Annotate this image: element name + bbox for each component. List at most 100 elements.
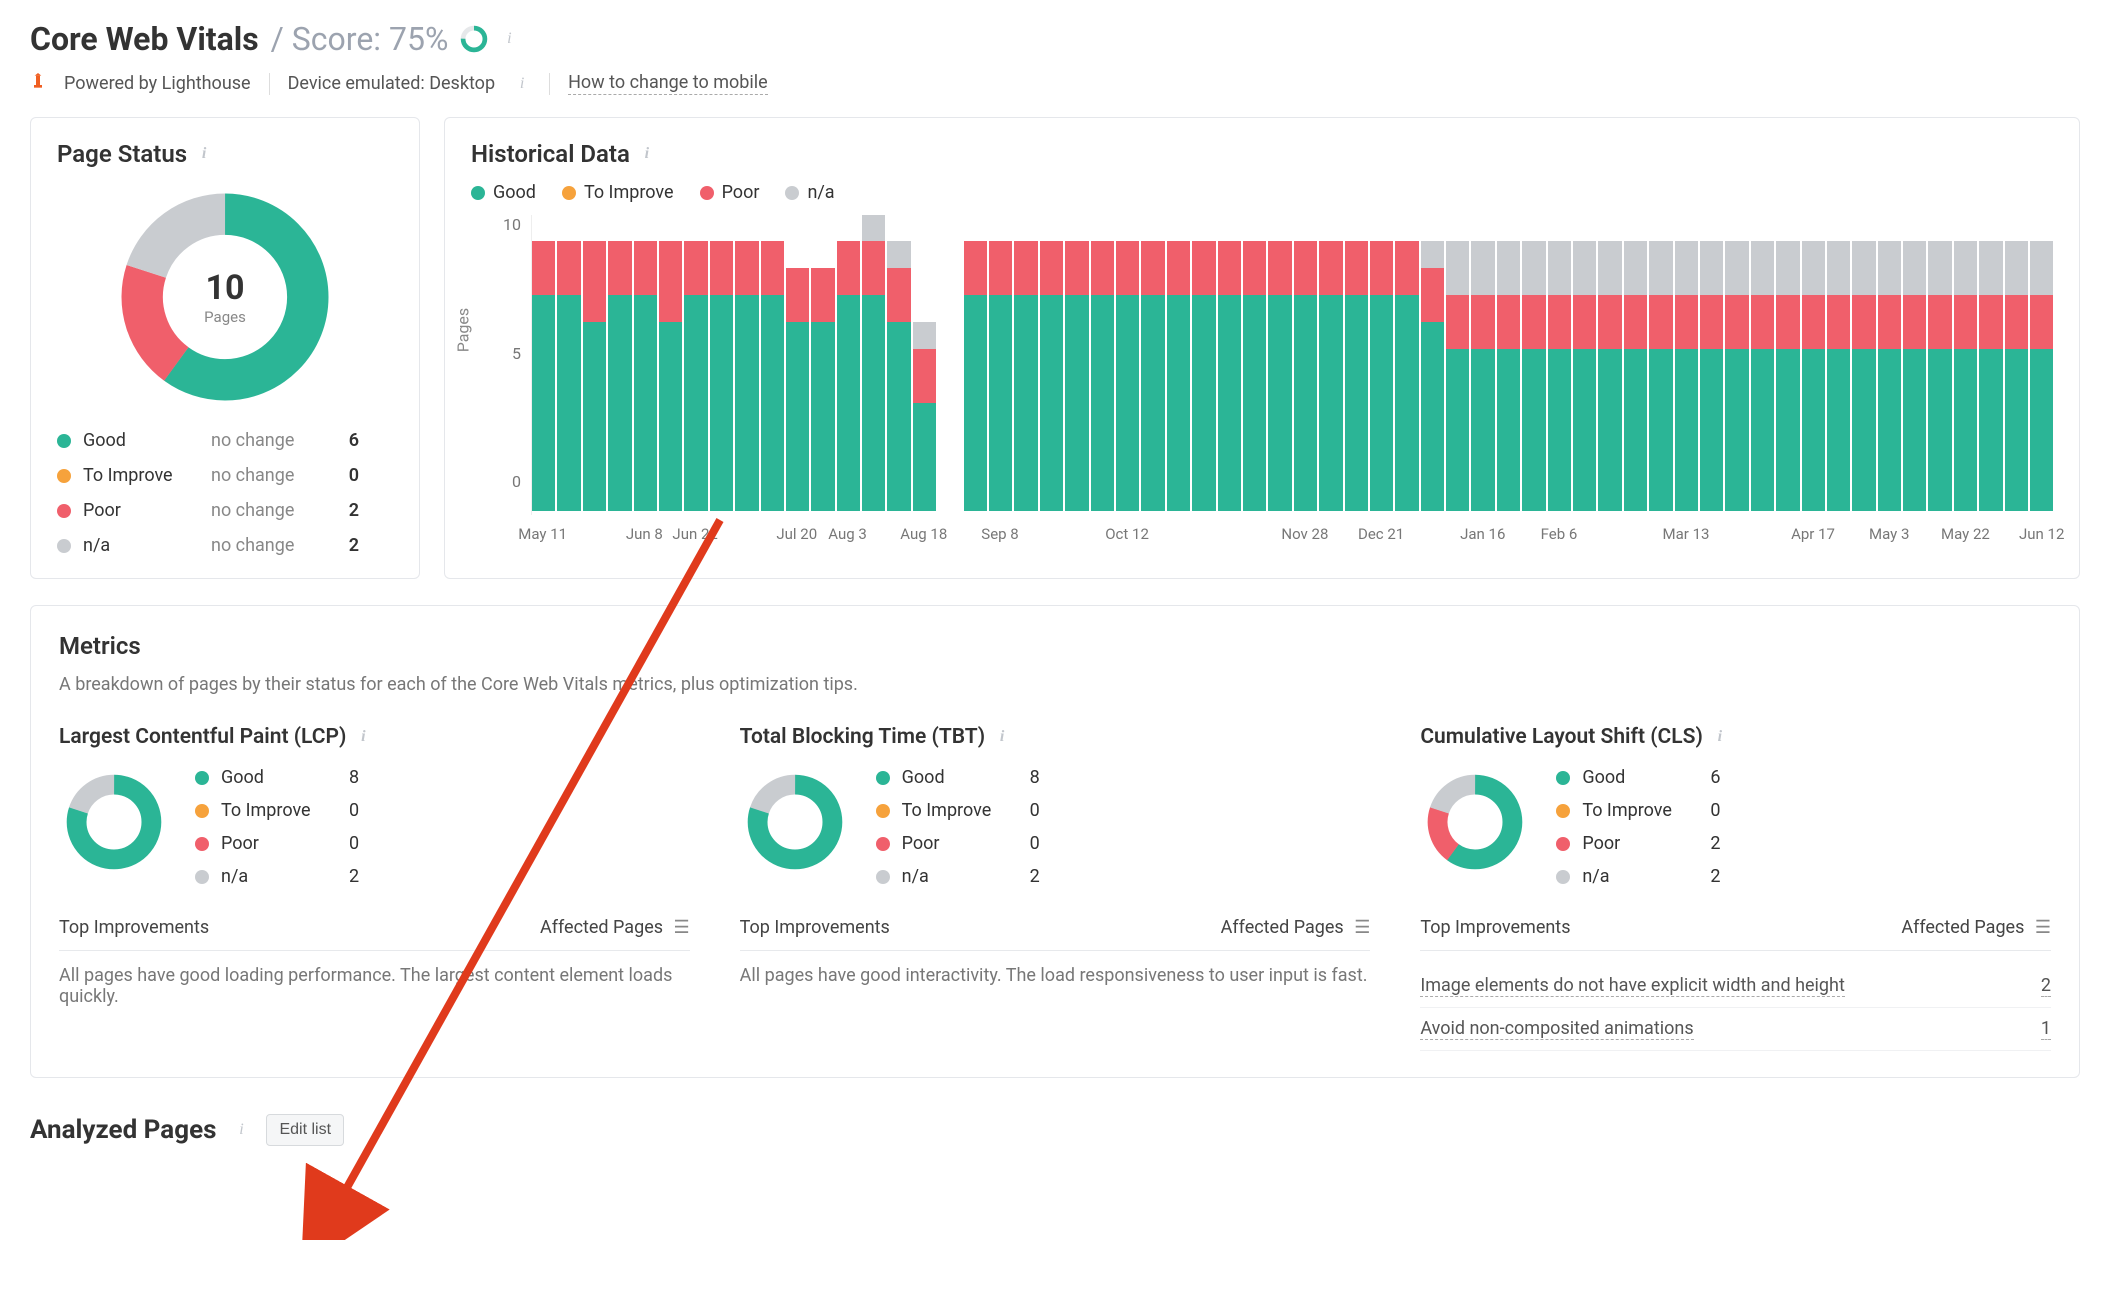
info-icon[interactable]: i <box>195 145 213 163</box>
metric-legend-row: Poor0 <box>876 833 1060 854</box>
x-tick: Nov 28 <box>1281 525 1328 543</box>
bar-segment-poor <box>1446 295 1469 349</box>
info-icon[interactable]: i <box>232 1121 250 1139</box>
legend-dot <box>57 469 71 483</box>
bar-segment-poor <box>1852 295 1875 349</box>
x-tick: Dec 21 <box>1358 525 1404 543</box>
bar-segment-good <box>1218 295 1241 511</box>
bar-segment-na <box>1928 241 1951 295</box>
info-icon[interactable]: i <box>354 728 372 746</box>
legend-value: 0 <box>1030 833 1060 854</box>
bar-segment-good <box>1167 295 1190 511</box>
hist-bar <box>1776 241 1799 511</box>
hist-bar <box>2030 241 2053 511</box>
bar-segment-good <box>1598 349 1621 511</box>
bar-segment-na <box>1725 241 1748 295</box>
bar-segment-poor <box>2030 295 2053 349</box>
improvement-count[interactable]: 2 <box>2041 975 2051 997</box>
bar-segment-good <box>1624 349 1647 511</box>
legend-dot <box>195 837 209 851</box>
hist-legend-item[interactable]: n/a <box>785 182 834 203</box>
legend-change: no change <box>211 500 331 521</box>
bar-segment-good <box>1040 295 1063 511</box>
hist-legend-item[interactable]: To Improve <box>562 182 674 203</box>
metric-legend-row: To Improve0 <box>195 800 379 821</box>
bar-segment-poor <box>532 241 555 295</box>
hist-legend-item[interactable]: Poor <box>700 182 760 203</box>
bar-segment-poor <box>1649 295 1672 349</box>
bar-segment-good <box>1446 349 1469 511</box>
bar-segment-na <box>1979 241 2002 295</box>
improvement-link[interactable]: Image elements do not have explicit widt… <box>1420 975 1845 997</box>
bar-segment-good <box>1395 295 1418 511</box>
hist-bar <box>1649 241 1672 511</box>
powered-by-text: Powered by Lighthouse <box>64 73 251 94</box>
bar-segment-poor <box>1497 295 1520 349</box>
hist-bar <box>1497 241 1520 511</box>
legend-label: Poor <box>221 833 341 854</box>
bar-segment-good <box>532 295 555 511</box>
bar-segment-good <box>1014 295 1037 511</box>
legend-dot <box>57 434 71 448</box>
metric-donut <box>1420 767 1530 877</box>
bar-segment-good <box>583 322 606 511</box>
bar-segment-poor <box>1598 295 1621 349</box>
score-donut-icon <box>460 25 488 53</box>
affected-pages-label[interactable]: Affected Pages ☰ <box>1221 917 1371 938</box>
improvement-count[interactable]: 1 <box>2041 1018 2051 1040</box>
bar-segment-na <box>1548 241 1571 295</box>
metric-card: Largest Contentful Paint (LCP) iGood8To … <box>59 725 690 1051</box>
bar-segment-good <box>634 295 657 511</box>
hist-legend-item[interactable]: Good <box>471 182 536 203</box>
legend-dot <box>1556 771 1570 785</box>
bar-segment-na <box>1522 241 1545 295</box>
bar-segment-poor <box>1878 295 1901 349</box>
legend-value: 0 <box>349 833 379 854</box>
metrics-title: Metrics <box>59 632 141 660</box>
bar-segment-good <box>735 295 758 511</box>
sort-icon: ☰ <box>2035 917 2051 938</box>
bar-segment-poor <box>1928 295 1951 349</box>
affected-pages-label[interactable]: Affected Pages ☰ <box>1901 917 2051 938</box>
bar-segment-good <box>2005 349 2028 511</box>
bar-segment-good <box>811 322 834 511</box>
hist-bar <box>1370 241 1393 511</box>
edit-list-button[interactable]: Edit list <box>266 1114 344 1146</box>
legend-label: Poor <box>1582 833 1702 854</box>
top-improvements-label: Top Improvements <box>1420 917 1570 938</box>
affected-pages-label[interactable]: Affected Pages ☰ <box>540 917 690 938</box>
legend-value: 0 <box>339 465 359 486</box>
how-to-change-link[interactable]: How to change to mobile <box>568 72 768 95</box>
metrics-subtitle: A breakdown of pages by their status for… <box>59 674 2051 695</box>
bar-segment-poor <box>1116 241 1139 295</box>
bar-segment-na <box>887 241 910 268</box>
hist-bar <box>1522 241 1545 511</box>
bar-segment-good <box>710 295 733 511</box>
legend-label: Good <box>1582 767 1702 788</box>
improvement-note: All pages have good loading performance.… <box>59 965 690 1007</box>
x-tick: Feb 6 <box>1541 525 1578 543</box>
x-tick: Aug 3 <box>828 525 867 543</box>
sub-header: Powered by Lighthouse Device emulated: D… <box>30 72 2080 95</box>
hist-bar <box>735 241 758 511</box>
legend-label: Poor <box>722 182 760 203</box>
bar-segment-good <box>1548 349 1571 511</box>
sort-icon: ☰ <box>1354 917 1370 938</box>
y-tick: 5 <box>512 344 521 363</box>
info-icon[interactable]: i <box>500 30 518 48</box>
bar-segment-good <box>1675 349 1698 511</box>
improvement-link[interactable]: Avoid non-composited animations <box>1420 1018 1693 1040</box>
legend-label: Poor <box>83 500 203 521</box>
legend-label: n/a <box>1582 866 1702 887</box>
legend-value: 2 <box>349 866 379 887</box>
legend-label: n/a <box>807 182 834 203</box>
legend-dot <box>57 539 71 553</box>
bar-segment-good <box>659 322 682 511</box>
bar-segment-good <box>1751 349 1774 511</box>
bar-segment-good <box>1725 349 1748 511</box>
info-icon[interactable]: i <box>993 728 1011 746</box>
info-icon[interactable]: i <box>513 75 531 93</box>
hist-bar <box>1091 241 1114 511</box>
info-icon[interactable]: i <box>1711 728 1729 746</box>
info-icon[interactable]: i <box>638 145 656 163</box>
